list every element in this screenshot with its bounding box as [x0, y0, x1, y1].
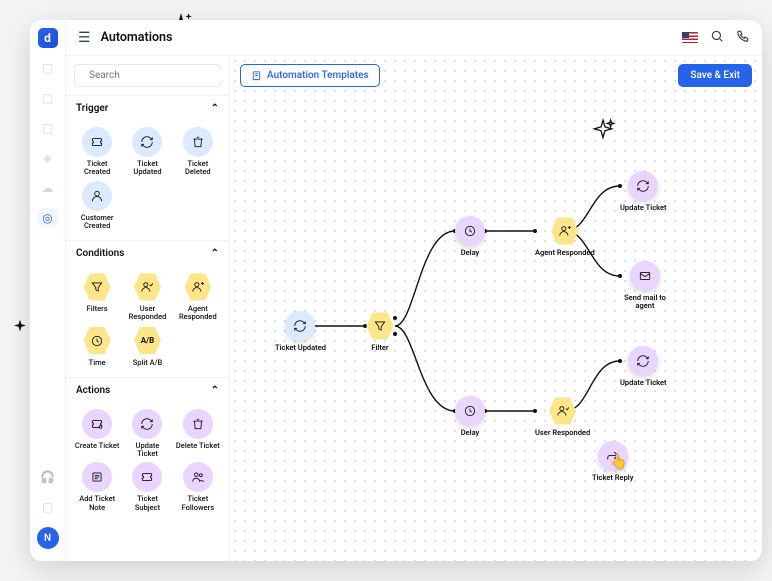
cursor-hand-icon: 👆 [610, 454, 627, 470]
chevron-up-icon: ⌃ [211, 103, 219, 114]
rail-item-2[interactable]: ▢ [38, 88, 58, 108]
node-filter[interactable]: Filter [365, 311, 395, 352]
condition-agent-responded[interactable]: Agent Responded [175, 272, 221, 322]
chevron-up-icon: ⌃ [211, 248, 219, 259]
node-delay-1[interactable]: Delay [455, 216, 485, 257]
rail-settings-icon[interactable]: ▢ [38, 497, 58, 517]
nav-rail: d ▢ ▢ ▢ ◈ ☁ ◎ 🎧 ▢ N [30, 20, 66, 561]
templates-button[interactable]: Automation Templates [240, 64, 380, 87]
section-conditions-header[interactable]: Conditions ⌃ [66, 240, 229, 266]
node-user-responded[interactable]: User Responded [535, 396, 590, 437]
section-trigger-header[interactable]: Trigger ⌃ [66, 95, 229, 121]
condition-user-responded[interactable]: User Responded [124, 272, 170, 322]
condition-split-ab[interactable]: A/BSplit A/B [124, 326, 170, 367]
workflow-canvas[interactable]: Automation Templates Save & Exit [230, 56, 762, 561]
node-delay-2[interactable]: Delay [455, 396, 485, 437]
action-ticket-subject[interactable]: Ticket Subject [124, 462, 170, 512]
phone-icon[interactable] [736, 29, 750, 47]
trigger-ticket-deleted[interactable]: Ticket Deleted [175, 127, 221, 177]
node-update-ticket-1[interactable]: Update Ticket [620, 171, 667, 212]
node-update-ticket-2[interactable]: Update Ticket [620, 346, 667, 387]
action-delete-ticket[interactable]: Delete Ticket [175, 409, 221, 459]
save-exit-button[interactable]: Save & Exit [678, 64, 752, 87]
search-input[interactable] [74, 64, 221, 87]
action-create-ticket[interactable]: Create Ticket [74, 409, 120, 459]
chevron-up-icon: ⌃ [211, 385, 219, 396]
trigger-customer-created[interactable]: Customer Created [74, 181, 120, 231]
node-send-mail[interactable]: Send mail to agent [620, 261, 670, 311]
page-title: Automations [101, 30, 173, 45]
app-logo[interactable]: d [38, 28, 58, 48]
action-update-ticket[interactable]: Update Ticket [124, 409, 170, 459]
trigger-ticket-created[interactable]: Ticket Created [74, 127, 120, 177]
rail-item-1[interactable]: ▢ [38, 58, 58, 78]
search-field[interactable] [89, 70, 222, 81]
flag-icon[interactable] [682, 32, 698, 43]
rail-support-icon[interactable]: 🎧 [38, 467, 58, 487]
trigger-ticket-updated[interactable]: Ticket Updated [124, 127, 170, 177]
action-ticket-followers[interactable]: Ticket Followers [175, 462, 221, 512]
node-ticket-updated[interactable]: Ticket Updated [275, 311, 326, 352]
menu-icon[interactable]: ☰ [78, 30, 91, 46]
rail-item-3[interactable]: ▢ [38, 118, 58, 138]
rail-item-5[interactable]: ☁ [38, 178, 58, 198]
app-window: d ▢ ▢ ▢ ◈ ☁ ◎ 🎧 ▢ N ☰ Automations [30, 20, 762, 561]
avatar[interactable]: N [37, 527, 59, 549]
condition-time[interactable]: Time [74, 326, 120, 367]
node-agent-responded[interactable]: Agent Responded [535, 216, 595, 257]
rail-item-4[interactable]: ◈ [38, 148, 58, 168]
action-add-ticket-note[interactable]: Add Ticket Note [74, 462, 120, 512]
condition-filters[interactable]: Filters [74, 272, 120, 322]
rail-item-automations[interactable]: ◎ [38, 208, 58, 228]
search-icon[interactable] [710, 29, 724, 47]
topbar: ☰ Automations [66, 20, 762, 56]
section-actions-header[interactable]: Actions ⌃ [66, 377, 229, 403]
palette-sidebar: Trigger ⌃ Ticket Created Ticket Updated … [66, 56, 230, 561]
